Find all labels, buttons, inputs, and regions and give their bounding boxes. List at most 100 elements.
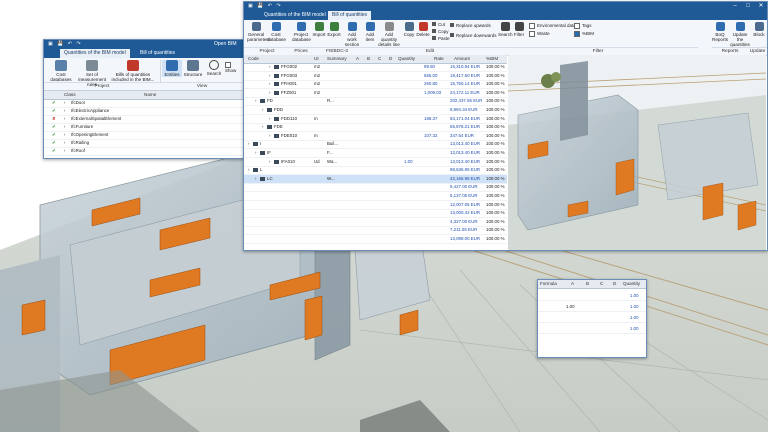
- table-row[interactable]: ✔ › IfcRoof: [44, 147, 244, 156]
- col-name[interactable]: Name: [144, 91, 156, 99]
- expand-chevron-icon[interactable]: ›: [269, 63, 270, 71]
- expand-chevron-icon[interactable]: ›: [262, 106, 263, 114]
- col-bim[interactable]: %BIM: [486, 55, 498, 63]
- chevron-right-icon[interactable]: ›: [64, 131, 65, 139]
- expand-chevron-icon[interactable]: ›: [255, 149, 256, 157]
- front-window-titlebar[interactable]: ▣ 💾 ↶ ↷ – □ ✕: [244, 2, 767, 11]
- expand-chevron-icon[interactable]: ›: [269, 132, 270, 140]
- col-c[interactable]: C: [600, 280, 603, 288]
- close-icon[interactable]: ✕: [755, 2, 767, 11]
- col-ut[interactable]: Ut: [314, 55, 319, 63]
- back-window[interactable]: ▣ 💾 ↶ ↷ Open BIM Qu Quantities of the BI…: [43, 39, 245, 159]
- bim-cell: 100.00 %: [486, 115, 505, 121]
- tab-quantities-bim-model[interactable]: Quantities of the BIM model: [260, 11, 330, 20]
- minimize-icon[interactable]: –: [729, 2, 741, 11]
- replace-downwards-button[interactable]: Replace downwards: [450, 33, 497, 39]
- expand-chevron-icon[interactable]: ›: [269, 158, 270, 166]
- delete-button[interactable]: Delete: [416, 22, 430, 37]
- col-a[interactable]: A: [571, 280, 574, 288]
- maximize-icon[interactable]: □: [742, 2, 754, 11]
- col-a[interactable]: A: [356, 55, 359, 63]
- redo-icon[interactable]: ↷: [76, 40, 80, 49]
- cost-database-button[interactable]: Cost database: [267, 22, 286, 42]
- col-code[interactable]: Code: [248, 55, 259, 63]
- col-c[interactable]: C: [378, 55, 381, 63]
- save-icon[interactable]: 💾: [57, 40, 63, 49]
- col-quantity[interactable]: Quantity: [398, 55, 415, 63]
- col-b[interactable]: B: [586, 280, 589, 288]
- expand-chevron-icon[interactable]: ›: [269, 72, 270, 80]
- expand-chevron-icon[interactable]: ›: [269, 80, 270, 88]
- col-rate[interactable]: Rate: [434, 55, 444, 63]
- undo-icon[interactable]: ↶: [268, 2, 272, 11]
- front-window[interactable]: ▣ 💾 ↶ ↷ – □ ✕ Quantities of the BIM mode…: [243, 1, 768, 251]
- copy-small-button[interactable]: Copy: [432, 29, 449, 35]
- chevron-right-icon[interactable]: ›: [64, 99, 65, 107]
- entities-button[interactable]: Entities: [162, 60, 182, 77]
- block-button[interactable]: Block: [752, 22, 766, 37]
- add-item-button[interactable]: Add item: [363, 22, 377, 42]
- waste-button[interactable]: Waste: [529, 31, 550, 37]
- show-checkbox[interactable]: Show: [225, 62, 244, 74]
- folder-icon: [274, 159, 279, 164]
- measurement-lines-panel[interactable]: Formula A B C D Quantity 1.00 1.00 1.00 1.0…: [537, 279, 647, 358]
- measurement-line[interactable]: 1.00: [538, 325, 646, 334]
- expand-chevron-icon[interactable]: ›: [248, 140, 249, 148]
- project-database-button[interactable]: Project database: [292, 22, 311, 42]
- chevron-right-icon[interactable]: ›: [64, 107, 65, 115]
- undo-icon[interactable]: ↶: [68, 40, 72, 49]
- chevron-right-icon[interactable]: ›: [64, 115, 65, 123]
- tags-button[interactable]: Tags: [574, 23, 592, 29]
- export-button[interactable]: Export: [327, 22, 341, 37]
- environmental-data-button[interactable]: Environmental data: [529, 23, 576, 29]
- redo-icon[interactable]: ↷: [276, 2, 280, 11]
- col-amount[interactable]: Amount: [454, 55, 470, 63]
- amount-cell: 65,878.21 EUR: [450, 124, 481, 130]
- tab-bill-of-quantities[interactable]: Bill of quantities: [328, 11, 372, 20]
- add-quantity-details-button[interactable]: Add quantity details line: [378, 22, 400, 47]
- chevron-right-icon[interactable]: ›: [64, 147, 65, 155]
- general-parameters-button[interactable]: General parameters: [247, 22, 270, 42]
- col-d[interactable]: D: [389, 55, 392, 63]
- chevron-right-icon[interactable]: ›: [64, 123, 65, 131]
- import-button[interactable]: Import: [312, 22, 326, 37]
- bills-included-button[interactable]: Bills of quantities included in the BIM.…: [110, 60, 156, 82]
- tab-quantities-bim-model[interactable]: Quantities of the BIM model: [60, 49, 130, 58]
- expand-chevron-icon[interactable]: ›: [248, 166, 249, 174]
- bim-percent-button[interactable]: %BIM: [574, 31, 594, 37]
- col-class[interactable]: Class: [64, 91, 76, 99]
- expand-chevron-icon[interactable]: ›: [255, 97, 256, 105]
- expand-chevron-icon[interactable]: ›: [262, 123, 263, 131]
- back-window-titlebar[interactable]: ▣ 💾 ↶ ↷ Open BIM Qu: [44, 40, 244, 56]
- col-formula[interactable]: Formula: [540, 280, 557, 288]
- cost-databases-button[interactable]: Cost databases: [48, 60, 74, 82]
- expand-chevron-icon[interactable]: ›: [269, 89, 270, 97]
- tab-bill-of-quantities[interactable]: Bill of quantities: [136, 49, 179, 58]
- check-icon: ✔: [52, 100, 56, 105]
- measurement-line[interactable]: 1.00 1.00: [538, 303, 646, 312]
- measurement-line[interactable]: 1.00: [538, 314, 646, 323]
- copy-button[interactable]: Copy: [402, 22, 416, 37]
- measurement-line[interactable]: 1.00: [538, 292, 646, 301]
- col-quantity[interactable]: Quantity: [623, 280, 640, 288]
- cut-button[interactable]: Cut: [432, 22, 445, 28]
- save-icon[interactable]: 💾: [257, 2, 263, 11]
- replace-upwards-button[interactable]: Replace upwards: [450, 23, 491, 29]
- filter-button[interactable]: Filter: [512, 22, 526, 37]
- col-summary[interactable]: Summary: [327, 55, 347, 63]
- unit-cell: m2: [314, 89, 321, 95]
- embedded-3d-viewer[interactable]: [508, 55, 766, 250]
- search-button[interactable]: Search: [205, 60, 223, 76]
- boq-reports-button[interactable]: BoQ Reports: [712, 22, 728, 42]
- col-d[interactable]: D: [613, 280, 616, 288]
- chevron-right-icon[interactable]: ›: [64, 139, 65, 147]
- table-row[interactable]: 13,099.00 EUR 100.00 %: [244, 235, 507, 244]
- expand-chevron-icon[interactable]: ›: [255, 175, 256, 183]
- expand-chevron-icon[interactable]: ›: [269, 115, 270, 123]
- search-button[interactable]: Search: [498, 22, 513, 37]
- structure-button[interactable]: Structure: [183, 60, 203, 77]
- col-b[interactable]: B: [367, 55, 370, 63]
- update-quantities-button[interactable]: Update the quantities: [730, 22, 750, 47]
- paste-button[interactable]: Paste: [432, 36, 450, 42]
- add-work-section-button[interactable]: Add work section: [343, 22, 361, 47]
